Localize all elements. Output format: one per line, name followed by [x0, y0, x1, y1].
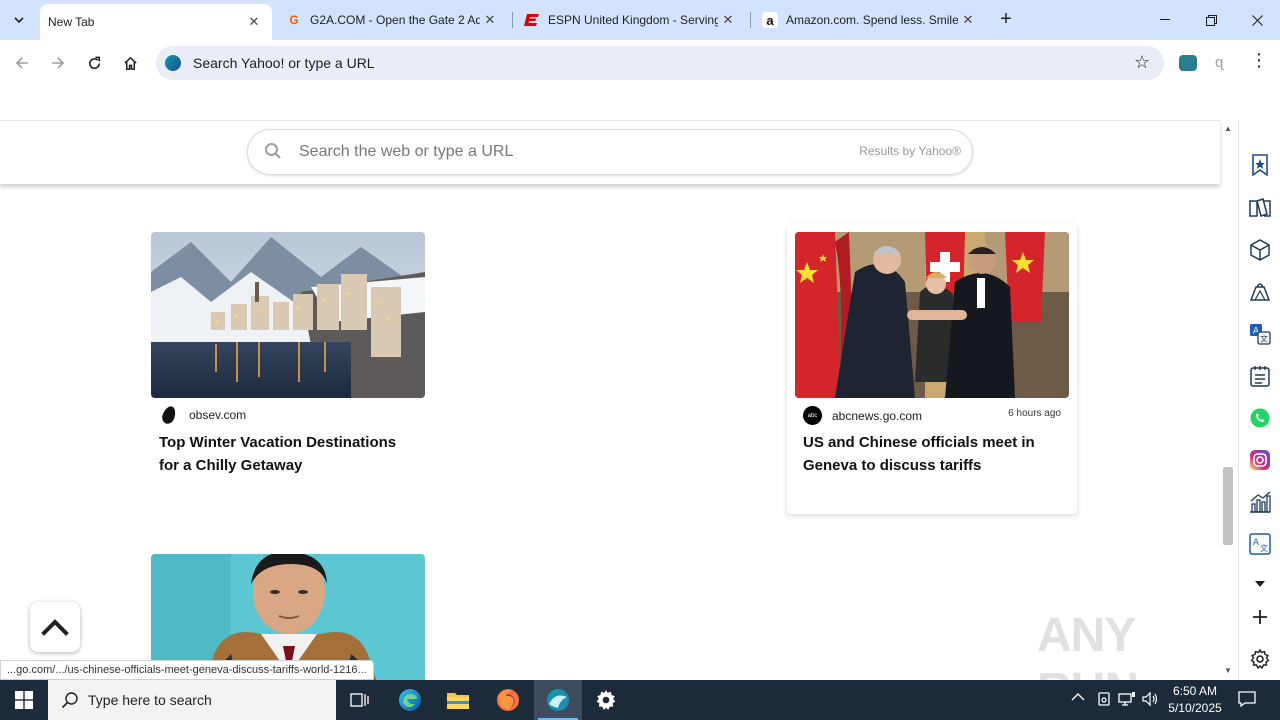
chart-icon[interactable] [1249, 491, 1271, 513]
news-card[interactable]: obsev.com Top Winter Vacation Destinatio… [151, 232, 425, 482]
close-window-icon[interactable] [1234, 0, 1280, 40]
svg-text:文: 文 [1260, 543, 1268, 553]
bookmark-star-icon[interactable]: ☆ [1134, 52, 1150, 73]
page-scrollbar[interactable]: ▲ ▼ [1220, 120, 1237, 680]
forward-icon[interactable] [45, 50, 71, 76]
search-provider-label: Results by Yahoo® [859, 144, 961, 158]
system-clock[interactable]: 6:50 AM 5/10/2025 [1163, 683, 1227, 717]
watermark: ANY RUN [1037, 609, 1139, 680]
reading-list-icon[interactable] [1249, 197, 1271, 219]
close-icon[interactable]: ✕ [480, 12, 500, 28]
minimize-icon[interactable] [1142, 0, 1188, 40]
taskbar-search-box[interactable]: Type here to search [48, 680, 336, 720]
menu-kebab-icon[interactable]: ⋮ [1250, 50, 1268, 71]
source-name: obsev.com [189, 408, 247, 422]
settings-gear-icon[interactable] [582, 680, 630, 720]
tab-search-chevron-icon[interactable] [6, 8, 32, 32]
side-panel: A文 A文 [1238, 120, 1280, 680]
tab-title: New Tab [48, 15, 95, 29]
reload-icon[interactable] [81, 50, 107, 76]
tab-g2a[interactable]: G G2A.COM - Open the Gate 2 Adventure ✕ [274, 0, 508, 40]
card-headline[interactable]: US and Chinese officials meet in Geneva … [803, 431, 1063, 477]
close-icon[interactable]: ✕ [958, 12, 978, 28]
gear-icon[interactable] [1249, 648, 1271, 670]
tray-chevron-up-icon[interactable] [1071, 690, 1085, 705]
firefox-icon[interactable] [484, 680, 532, 720]
chevron-down-icon[interactable] [1249, 573, 1271, 595]
notes-icon[interactable] [1249, 365, 1271, 387]
tab-amazon[interactable]: a Amazon.com. Spend less. Smile more. ✕ [750, 0, 986, 40]
edge-icon[interactable] [386, 680, 434, 720]
network-icon[interactable] [1118, 691, 1136, 710]
g2a-favicon-icon: G [289, 13, 299, 27]
volume-icon[interactable] [1142, 691, 1160, 710]
translate-alt-icon[interactable]: A文 [1249, 533, 1271, 555]
tab-title: ESPN United Kingdom - Serving Sports Fan… [548, 13, 718, 27]
tray-device-icon[interactable] [1096, 691, 1112, 710]
back-icon[interactable] [9, 50, 35, 76]
extension-icon[interactable] [1179, 55, 1197, 71]
clock-time: 6:50 AM [1172, 684, 1218, 698]
search-engine-icon [165, 55, 181, 71]
bookmark-star-icon[interactable] [1249, 154, 1271, 176]
search-icon [265, 143, 281, 159]
amazon-favicon-icon: a [762, 12, 778, 28]
card-headline[interactable]: Top Winter Vacation Destinations for a C… [159, 431, 419, 477]
abc-logo-icon: abc [803, 406, 822, 425]
search-icon [61, 692, 78, 709]
card-source: abc abcnews.go.com [803, 406, 922, 425]
search-header: Search the web or type a URL Results by … [0, 120, 1220, 184]
card-source: obsev.com [160, 404, 247, 426]
address-bar[interactable]: Search Yahoo! or type a URL ☆ [156, 46, 1164, 80]
tab-espn[interactable]: ESPN United Kingdom - Serving Sports Fan… [512, 0, 746, 40]
tab-new-tab[interactable]: New Tab ✕ [40, 4, 272, 40]
taskbar-search-placeholder: Type here to search [88, 692, 212, 708]
page-search-box[interactable]: Search the web or type a URL Results by … [247, 129, 973, 175]
espn-favicon-icon [524, 12, 540, 28]
package-icon[interactable] [1249, 239, 1271, 261]
browser-app-icon[interactable] [534, 680, 582, 720]
close-icon[interactable]: ✕ [244, 14, 264, 30]
source-name: abcnews.go.com [832, 408, 923, 423]
clock-date: 5/10/2025 [1168, 701, 1222, 715]
translate-icon[interactable]: A文 [1249, 323, 1271, 345]
browser-toolbar: Search Yahoo! or type a URL ☆ ɋ ⋮ [0, 40, 1280, 86]
task-view-icon[interactable] [336, 680, 384, 720]
svg-text:A: A [1253, 538, 1260, 548]
plus-icon[interactable] [1249, 606, 1271, 628]
tab-title: Amazon.com. Spend less. Smile more. [786, 13, 958, 27]
notification-icon[interactable] [1238, 690, 1256, 711]
card-image [795, 232, 1069, 398]
card-timestamp: 6 hours ago [1008, 408, 1061, 419]
tab-title: G2A.COM - Open the Gate 2 Adventure [310, 13, 480, 27]
page-content: Search the web or type a URL Results by … [0, 86, 1238, 680]
instagram-icon[interactable] [1249, 449, 1271, 471]
scroll-to-top-button[interactable] [30, 602, 80, 652]
scroll-down-arrow-icon[interactable]: ▼ [1224, 666, 1232, 675]
extension-puzzle-icon[interactable]: ɋ [1215, 54, 1223, 71]
file-explorer-icon[interactable] [434, 680, 482, 720]
address-placeholder: Search Yahoo! or type a URL [193, 55, 375, 71]
news-card[interactable]: abc abcnews.go.com 6 hours ago US and Ch… [787, 224, 1077, 514]
card-image [151, 232, 425, 398]
status-bar-url: ...go.com/.../us-chinese-officials-meet-… [0, 660, 374, 680]
scroll-up-arrow-icon[interactable]: ▲ [1224, 124, 1232, 133]
home-icon[interactable] [117, 50, 143, 76]
scrollbar-thumb[interactable] [1223, 467, 1233, 545]
taskbar: Type here to search 6:50 AM 5/10/2025 [0, 680, 1280, 720]
new-tab-plus-icon[interactable]: + [994, 8, 1018, 32]
windows-start-icon[interactable] [0, 680, 48, 720]
shopping-icon[interactable] [1249, 281, 1271, 303]
restore-icon[interactable] [1188, 0, 1234, 40]
chevron-up-icon [41, 619, 69, 636]
whatsapp-icon[interactable] [1249, 407, 1271, 429]
obsev-logo-icon [160, 404, 178, 426]
tab-strip: New Tab ✕ G G2A.COM - Open the Gate 2 Ad… [0, 0, 1280, 40]
search-placeholder: Search the web or type a URL [299, 143, 514, 160]
close-icon[interactable]: ✕ [718, 12, 738, 28]
svg-text:文: 文 [1260, 334, 1268, 344]
